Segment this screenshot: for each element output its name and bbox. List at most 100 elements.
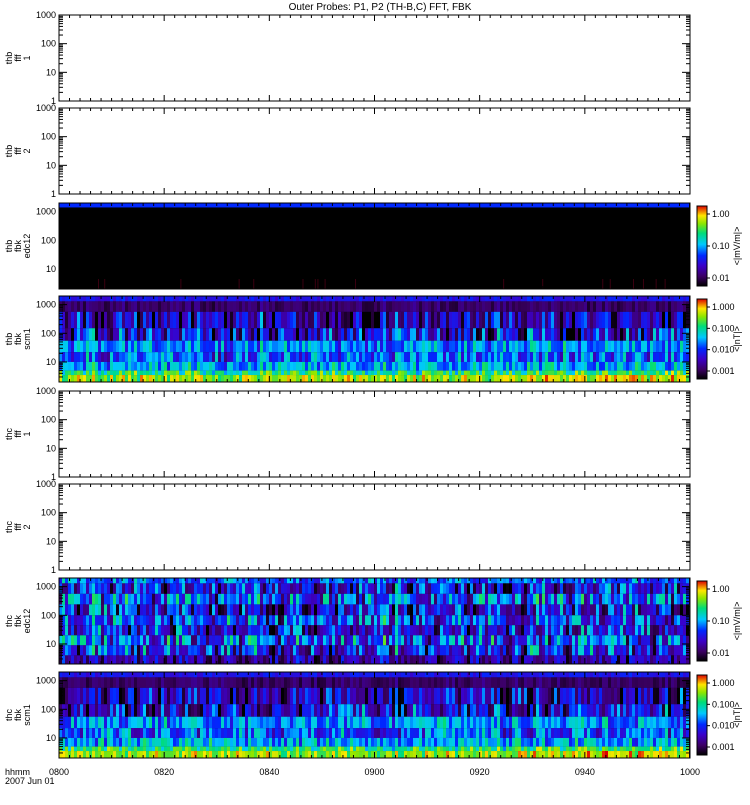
spectrogram-cell — [338, 352, 341, 362]
spectrogram-cell — [515, 655, 518, 664]
spectrogram-cell — [452, 583, 455, 593]
spectrogram-cell — [479, 594, 482, 605]
spectrogram-cell — [296, 296, 299, 301]
spectrogram-cell — [320, 594, 323, 605]
spectrogram-cell — [335, 615, 338, 625]
spectrogram-cell — [335, 312, 338, 328]
spectrogram-cell — [245, 352, 248, 362]
spectrogram-cell — [218, 312, 221, 328]
spectrogram-cell — [74, 655, 77, 664]
spectrogram-cell — [194, 328, 197, 340]
spectrogram-cell — [440, 625, 443, 635]
spectrogram-cell — [71, 583, 74, 593]
spectrogram-cell — [149, 312, 152, 328]
spectrogram-cell — [308, 312, 311, 328]
spectrogram-cell — [140, 203, 143, 207]
y-tick-label: 1000 — [36, 10, 56, 20]
spectrogram-cell — [404, 371, 407, 375]
spectrogram-cell — [164, 625, 167, 635]
spectrogram-cell — [470, 328, 473, 340]
spectrogram-cell — [557, 312, 560, 328]
spectrogram-cell — [557, 615, 560, 625]
spectrogram-cell — [347, 594, 350, 605]
spectrogram-cell — [506, 203, 509, 207]
spectrogram-cell — [98, 625, 101, 635]
spectrogram-cell — [125, 375, 128, 382]
spectrogram-cell — [329, 352, 332, 362]
spectrogram-cell — [458, 635, 461, 645]
spectrogram-cell — [647, 352, 650, 362]
spectrogram-cell — [611, 328, 614, 340]
spectrogram-cell — [212, 375, 215, 382]
colorbar-tick-label: 0.01 — [712, 273, 730, 283]
spectrogram-cell — [305, 352, 308, 362]
spectrogram-cell — [86, 645, 89, 655]
spectrogram-cell — [665, 341, 668, 352]
spectrogram-cell — [572, 583, 575, 593]
spectrogram-cell — [77, 625, 80, 635]
spectrogram-cell — [503, 371, 506, 375]
spectrogram-cell — [566, 635, 569, 645]
spectrogram-cell — [227, 645, 230, 655]
spectrogram-cell — [275, 296, 278, 301]
spectrogram-cell — [293, 375, 296, 382]
spectrogram-cell — [131, 362, 134, 371]
spectrogram-cell — [509, 615, 512, 625]
spectrogram-cell — [491, 341, 494, 352]
spectrogram-cell — [227, 352, 230, 362]
spectrogram-cell — [137, 645, 140, 655]
spectrogram-cell — [578, 352, 581, 362]
spectrogram-cell — [275, 312, 278, 328]
spectrogram-cell — [263, 301, 266, 311]
spectrogram-cell — [491, 296, 494, 301]
spectrogram-cell — [635, 625, 638, 635]
spectrogram-cell — [227, 615, 230, 625]
spectrogram-cell — [116, 604, 119, 615]
spectrogram-cell — [311, 635, 314, 645]
spectrogram-cell — [530, 645, 533, 655]
spectrogram-cell — [116, 635, 119, 645]
spectrogram-cell — [455, 312, 458, 328]
spectrogram-cell — [143, 583, 146, 593]
spectrogram-cell — [506, 645, 509, 655]
spectrogram-cell — [359, 312, 362, 328]
spectrogram-cell — [180, 279, 181, 289]
spectrogram-cell — [587, 645, 590, 655]
spectrogram-cell — [446, 645, 449, 655]
spectrogram-cell — [149, 655, 152, 664]
spectrogram-cell — [404, 625, 407, 635]
spectrogram-cell — [302, 594, 305, 605]
spectrogram-cell — [494, 203, 497, 207]
spectrogram-cell — [272, 578, 275, 583]
spectrogram-cell — [323, 604, 326, 615]
spectrogram-cell — [473, 203, 476, 207]
spectrogram-cell — [608, 583, 611, 593]
spectrogram-cell — [215, 615, 218, 625]
spectrogram-cell — [107, 328, 110, 340]
spectrogram-cell — [626, 645, 629, 655]
spectrogram-cell — [185, 604, 188, 615]
spectrogram-cell — [227, 583, 230, 593]
spectrogram-cell — [662, 371, 665, 375]
spectrogram-cell — [548, 635, 551, 645]
spectrogram-cell — [95, 375, 98, 382]
spectrogram-cell — [470, 312, 473, 328]
spectrogram-cell — [164, 615, 167, 625]
spectrogram-cell — [659, 203, 662, 207]
spectrogram-cell — [80, 615, 83, 625]
spectrogram-cell — [146, 655, 149, 664]
spectrogram-cell — [152, 635, 155, 645]
spectrogram-cell — [659, 352, 662, 362]
spectrogram-cell — [308, 594, 311, 605]
spectrogram-cell — [83, 341, 86, 352]
spectrogram-cell — [527, 594, 530, 605]
spectrogram-cell — [422, 625, 425, 635]
spectrogram-cell — [206, 312, 209, 328]
spectrogram-cell — [137, 312, 140, 328]
spectrogram-cell — [233, 635, 236, 645]
spectrogram-cell — [500, 645, 503, 655]
spectrogram-cell — [347, 615, 350, 625]
spectrogram-cell — [473, 645, 476, 655]
spectrogram-cell — [260, 312, 263, 328]
spectrogram-cell — [563, 645, 566, 655]
